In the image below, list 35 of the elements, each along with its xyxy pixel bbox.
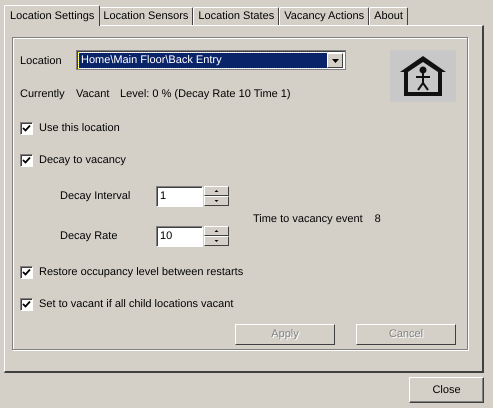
level-text: Level: 0 % (Decay Rate 10 Time 1) bbox=[120, 87, 291, 102]
time-value: 8 bbox=[374, 212, 381, 227]
down-triangle-icon bbox=[212, 237, 221, 245]
number-field[interactable]: 10 bbox=[156, 226, 203, 246]
field-label: Decay Interval bbox=[60, 188, 132, 204]
tab[interactable]: Location Settings bbox=[4, 5, 100, 26]
status-value: Vacant bbox=[76, 87, 110, 102]
spin-down-button[interactable] bbox=[204, 236, 229, 246]
checkbox[interactable] bbox=[20, 154, 33, 166]
tab[interactable]: About bbox=[369, 7, 408, 25]
checkbox[interactable] bbox=[20, 122, 33, 134]
field-label: Decay Rate bbox=[60, 228, 118, 244]
tab[interactable]: Location Sensors bbox=[98, 7, 194, 25]
checkbox-label: Restore occupancy level between restarts bbox=[39, 264, 244, 280]
status-label: Currently bbox=[20, 87, 66, 102]
time-label: Time to vacancy event bbox=[253, 212, 363, 227]
checkbox-label: Set to vacant if all child locations vacant bbox=[39, 296, 234, 312]
location-value: Home\Main Floor\Back Entry bbox=[79, 52, 327, 68]
location-dropdown[interactable]: Home\Main Floor\Back Entry bbox=[76, 50, 346, 70]
tab[interactable]: Location States bbox=[193, 7, 280, 25]
up-triangle-icon bbox=[212, 187, 221, 195]
up-triangle-icon bbox=[212, 227, 221, 235]
spin-up-button[interactable] bbox=[204, 186, 229, 196]
down-triangle-icon bbox=[212, 197, 221, 205]
checkbox[interactable] bbox=[20, 298, 33, 310]
house-person-icon bbox=[390, 50, 456, 102]
location-label: Location bbox=[20, 54, 63, 69]
spin-up-button[interactable] bbox=[204, 226, 229, 236]
checkbox-label: Decay to vacancy bbox=[39, 152, 126, 168]
close-button[interactable]: Close bbox=[409, 377, 484, 403]
spin-down-button[interactable] bbox=[204, 196, 229, 206]
number-field[interactable]: 1 bbox=[156, 186, 203, 206]
checkbox-label: Use this location bbox=[39, 120, 120, 136]
checkbox[interactable] bbox=[20, 266, 33, 278]
tab[interactable]: Vacancy Actions bbox=[279, 7, 370, 25]
